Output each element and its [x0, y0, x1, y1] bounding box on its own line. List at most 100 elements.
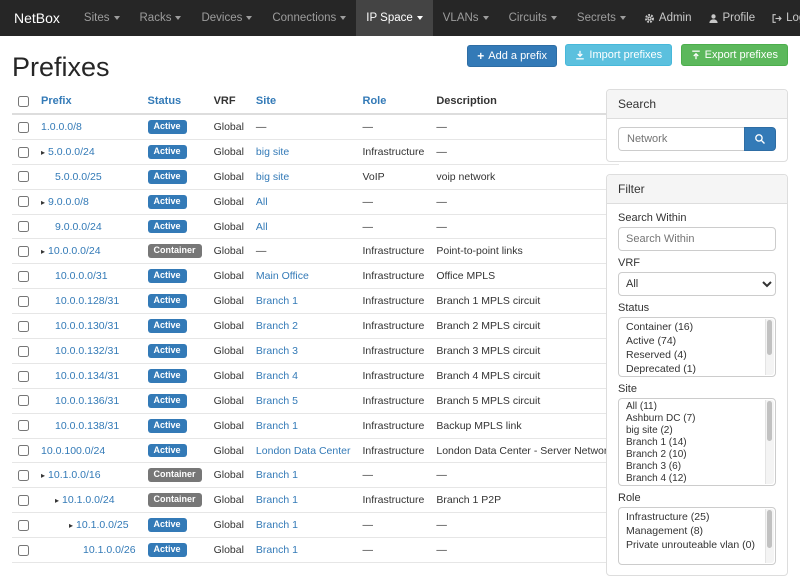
- site-link[interactable]: London Data Center: [256, 445, 351, 457]
- scrollbar-thumb[interactable]: [767, 320, 772, 355]
- filter-option[interactable]: Branch 4 (12): [619, 473, 775, 485]
- site-link[interactable]: Branch 3: [256, 345, 298, 357]
- nav-item-sites[interactable]: Sites: [74, 0, 130, 36]
- nav-item-circuits[interactable]: Circuits: [499, 0, 567, 36]
- column-header-site[interactable]: Site: [250, 89, 357, 114]
- row-checkbox[interactable]: [18, 520, 29, 531]
- prefix-link[interactable]: 10.0.100.0/24: [41, 445, 105, 457]
- prefix-link[interactable]: 10.0.0.138/31: [55, 420, 119, 432]
- filter-option[interactable]: Branch 5 (7): [619, 485, 775, 486]
- filter-option[interactable]: Management (8): [619, 524, 775, 538]
- search-within-input[interactable]: [618, 227, 776, 251]
- row-checkbox[interactable]: [18, 196, 29, 207]
- expand-caret-icon[interactable]: ▸: [41, 471, 45, 480]
- nav-admin-link[interactable]: Admin: [636, 0, 700, 36]
- filter-option[interactable]: Branch 1 (14): [619, 437, 775, 449]
- nav-item-vlans[interactable]: VLANs: [433, 0, 499, 36]
- row-checkbox[interactable]: [18, 321, 29, 332]
- scrollbar-thumb[interactable]: [767, 401, 772, 441]
- role-filter-listbox[interactable]: Infrastructure (25)Management (8)Private…: [618, 507, 776, 565]
- column-header-role[interactable]: Role: [357, 89, 431, 114]
- row-checkbox[interactable]: [18, 495, 29, 506]
- search-button[interactable]: [744, 127, 776, 151]
- expand-caret-icon[interactable]: ▸: [41, 148, 45, 157]
- row-checkbox[interactable]: [18, 122, 29, 133]
- filter-option[interactable]: Active (74): [619, 334, 775, 348]
- row-checkbox[interactable]: [18, 171, 29, 182]
- search-input[interactable]: [618, 127, 744, 151]
- import-prefixes-button[interactable]: Import prefixes: [565, 44, 672, 66]
- site-link[interactable]: Branch 1: [256, 544, 298, 556]
- site-link[interactable]: big site: [256, 146, 289, 158]
- app-brand[interactable]: NetBox: [0, 0, 74, 36]
- filter-option[interactable]: Ashburn DC (7): [619, 413, 775, 425]
- expand-caret-icon[interactable]: ▸: [55, 496, 59, 505]
- site-link[interactable]: Branch 5: [256, 395, 298, 407]
- scrollbar-track[interactable]: [765, 400, 774, 484]
- scrollbar-track[interactable]: [765, 509, 774, 563]
- row-checkbox[interactable]: [18, 371, 29, 382]
- column-header-prefix[interactable]: Prefix: [35, 89, 142, 114]
- site-link[interactable]: Branch 4: [256, 370, 298, 382]
- prefix-link[interactable]: 10.1.0.0/24: [62, 494, 115, 506]
- filter-option[interactable]: Infrastructure (25): [619, 510, 775, 524]
- row-checkbox[interactable]: [18, 545, 29, 556]
- scrollbar-track[interactable]: [765, 319, 774, 375]
- row-checkbox[interactable]: [18, 395, 29, 406]
- vrf-select[interactable]: All: [618, 272, 776, 296]
- site-filter-listbox[interactable]: All (11)Ashburn DC (7)big site (2)Branch…: [618, 398, 776, 486]
- site-link[interactable]: Main Office: [256, 270, 309, 282]
- nav-item-racks[interactable]: Racks: [130, 0, 192, 36]
- site-link[interactable]: big site: [256, 171, 289, 183]
- status-filter-listbox[interactable]: Container (16)Active (74)Reserved (4)Dep…: [618, 317, 776, 377]
- expand-caret-icon[interactable]: ▸: [41, 247, 45, 256]
- filter-option[interactable]: Branch 3 (6): [619, 461, 775, 473]
- prefix-link[interactable]: 10.0.0.0/31: [55, 270, 108, 282]
- prefix-link[interactable]: 9.0.0.0/24: [55, 221, 102, 233]
- prefix-link[interactable]: 10.0.0.136/31: [55, 395, 119, 407]
- prefix-link[interactable]: 10.1.0.0/25: [76, 519, 129, 531]
- site-link[interactable]: All: [256, 221, 268, 233]
- row-checkbox[interactable]: [18, 296, 29, 307]
- prefix-link[interactable]: 10.0.0.132/31: [55, 345, 119, 357]
- prefix-link[interactable]: 1.0.0.0/8: [41, 121, 82, 133]
- expand-caret-icon[interactable]: ▸: [41, 198, 45, 207]
- row-checkbox[interactable]: [18, 271, 29, 282]
- row-checkbox[interactable]: [18, 147, 29, 158]
- site-link[interactable]: Branch 1: [256, 420, 298, 432]
- prefix-link[interactable]: 5.0.0.0/25: [55, 171, 102, 183]
- prefix-link[interactable]: 10.0.0.134/31: [55, 370, 119, 382]
- row-checkbox[interactable]: [18, 221, 29, 232]
- expand-caret-icon[interactable]: ▸: [69, 521, 73, 530]
- filter-option[interactable]: Reserved (4): [619, 348, 775, 362]
- nav-item-secrets[interactable]: Secrets: [567, 0, 636, 36]
- nav-logout-link[interactable]: Log out: [763, 0, 800, 36]
- filter-option[interactable]: Container (16): [619, 320, 775, 334]
- site-link[interactable]: All: [256, 196, 268, 208]
- export-prefixes-button[interactable]: Export prefixes: [681, 44, 788, 66]
- site-link[interactable]: Branch 1: [256, 295, 298, 307]
- select-all-checkbox[interactable]: [18, 96, 29, 107]
- filter-option[interactable]: Branch 2 (10): [619, 449, 775, 461]
- row-checkbox[interactable]: [18, 445, 29, 456]
- filter-option[interactable]: Private unrouteable vlan (0): [619, 538, 775, 552]
- row-checkbox[interactable]: [18, 420, 29, 431]
- prefix-link[interactable]: 9.0.0.0/8: [48, 196, 89, 208]
- prefix-link[interactable]: 10.0.0.128/31: [55, 295, 119, 307]
- filter-option[interactable]: Deprecated (1): [619, 362, 775, 376]
- prefix-link[interactable]: 10.0.0.130/31: [55, 320, 119, 332]
- nav-profile-link[interactable]: Profile: [700, 0, 764, 36]
- scrollbar-thumb[interactable]: [767, 510, 772, 548]
- site-link[interactable]: Branch 1: [256, 494, 298, 506]
- filter-option[interactable]: All (11): [619, 401, 775, 413]
- prefix-link[interactable]: 10.1.0.0/26: [83, 544, 136, 556]
- nav-item-devices[interactable]: Devices: [191, 0, 262, 36]
- site-link[interactable]: Branch 2: [256, 320, 298, 332]
- prefix-link[interactable]: 5.0.0.0/24: [48, 146, 95, 158]
- row-checkbox[interactable]: [18, 346, 29, 357]
- filter-option[interactable]: big site (2): [619, 425, 775, 437]
- add-prefix-button[interactable]: +Add a prefix: [467, 45, 557, 67]
- prefix-link[interactable]: 10.1.0.0/16: [48, 469, 101, 481]
- nav-item-connections[interactable]: Connections: [262, 0, 356, 36]
- nav-item-ip-space[interactable]: IP Space: [356, 0, 432, 36]
